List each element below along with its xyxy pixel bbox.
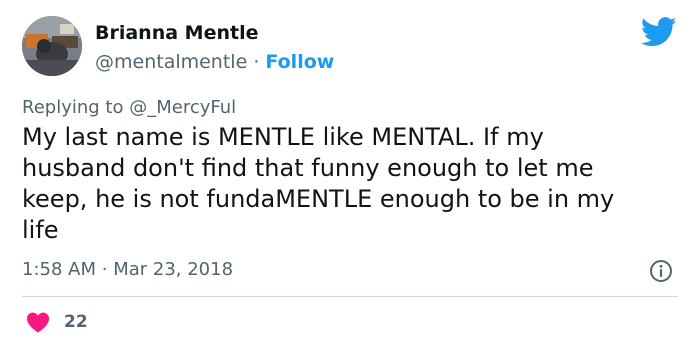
replying-prefix: Replying to bbox=[22, 97, 124, 118]
info-icon[interactable] bbox=[649, 259, 673, 283]
author-handle-row: @mentalmentle · Follow bbox=[95, 51, 334, 73]
author-handle[interactable]: @mentalmentle bbox=[95, 51, 247, 73]
like-count: 22 bbox=[64, 312, 88, 332]
tweet-text: My last name is MENTLE like MENTAL. If m… bbox=[22, 123, 615, 244]
tweet-card: Brianna Mentle @mentalmentle · Follow Re… bbox=[0, 0, 700, 349]
timestamp-separator: · bbox=[101, 259, 108, 280]
divider bbox=[22, 296, 678, 297]
reply-mention-link[interactable]: @_MercyFul bbox=[129, 97, 236, 118]
twitter-bird-icon[interactable] bbox=[641, 17, 677, 47]
author-name[interactable]: Brianna Mentle bbox=[95, 22, 258, 44]
avatar-image bbox=[22, 16, 82, 76]
heart-icon[interactable] bbox=[26, 311, 50, 333]
tweet-timestamp[interactable]: 1:58 AM · Mar 23, 2018 bbox=[22, 259, 233, 280]
tweet-time: 1:58 AM bbox=[22, 259, 96, 280]
handle-separator: · bbox=[253, 51, 260, 73]
avatar[interactable] bbox=[22, 16, 82, 76]
follow-button[interactable]: Follow bbox=[265, 51, 334, 73]
replying-to: Replying to @_MercyFul bbox=[22, 97, 236, 118]
tweet-date: Mar 23, 2018 bbox=[113, 259, 234, 280]
